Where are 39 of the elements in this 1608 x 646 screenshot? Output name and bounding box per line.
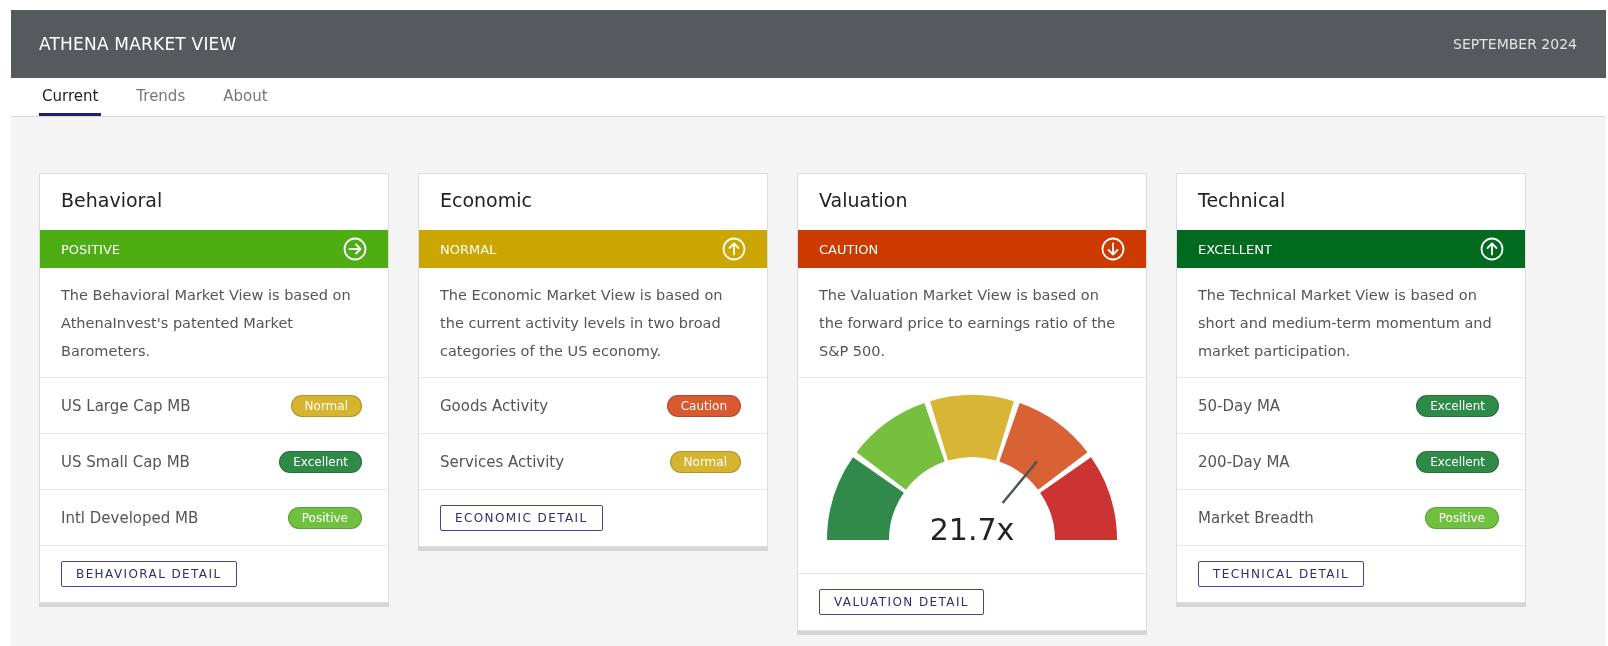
- status-label: NORMAL: [440, 241, 497, 257]
- tab[interactable]: Trends: [133, 78, 189, 116]
- detail-button[interactable]: ECONOMIC DETAIL: [440, 505, 603, 531]
- card-title: Economic: [439, 188, 533, 213]
- metric-label: US Large Cap MB: [61, 396, 191, 415]
- card-description: The Behavioral Market View is based on AthenaInvest's patented Market Barometers.: [40, 268, 388, 378]
- status-label: POSITIVE: [61, 241, 121, 257]
- gauge-needle: [1001, 460, 1038, 504]
- card-title: Technical: [1197, 188, 1287, 213]
- status-badge: Normal: [290, 394, 362, 417]
- status-badge: Excellent: [1416, 394, 1499, 417]
- metric-label: 200-Day MA: [1198, 452, 1290, 471]
- status-badge: Caution: [666, 394, 741, 417]
- status-badge: Positive: [287, 506, 362, 529]
- metric-label: 50-Day MA: [1198, 396, 1281, 415]
- detail-button[interactable]: TECHNICAL DETAIL: [1198, 561, 1364, 587]
- app-title: ATHENA MARKET VIEW: [39, 34, 237, 54]
- status-label: CAUTION: [819, 241, 879, 257]
- status-label: EXCELLENT: [1198, 241, 1272, 257]
- metric-label: Goods Activity: [440, 396, 549, 415]
- status-badge: Positive: [1424, 506, 1499, 529]
- card-description: The Economic Market View is based on the current activity levels in two broad categories of the US economy.: [419, 268, 767, 378]
- tab[interactable]: Current: [39, 78, 102, 116]
- detail-button[interactable]: BEHAVIORAL DETAIL: [61, 561, 237, 587]
- detail-button[interactable]: VALUATION DETAIL: [819, 589, 984, 615]
- report-date: SEPTEMBER 2024: [1453, 36, 1577, 52]
- status-badge: Normal: [669, 450, 741, 473]
- status-badge: Excellent: [279, 450, 362, 473]
- metric-label: US Small Cap MB: [61, 452, 190, 471]
- tab[interactable]: About: [220, 78, 271, 116]
- card-description: The Technical Market View is based on short and medium-term momentum and market participation.: [1177, 268, 1525, 378]
- card-description: The Valuation Market View is based on the forward price to earnings ratio of the S&P 500.: [798, 268, 1146, 378]
- card-title: Behavioral: [60, 188, 164, 213]
- metric-label: Market Breadth: [1198, 508, 1314, 527]
- status-badge: Excellent: [1416, 450, 1499, 473]
- metric-label: Intl Developed MB: [61, 508, 199, 527]
- metric-label: Services Activity: [440, 452, 565, 471]
- card-title: Valuation: [818, 188, 909, 213]
- gauge-reading: 21.7x: [929, 512, 1015, 547]
